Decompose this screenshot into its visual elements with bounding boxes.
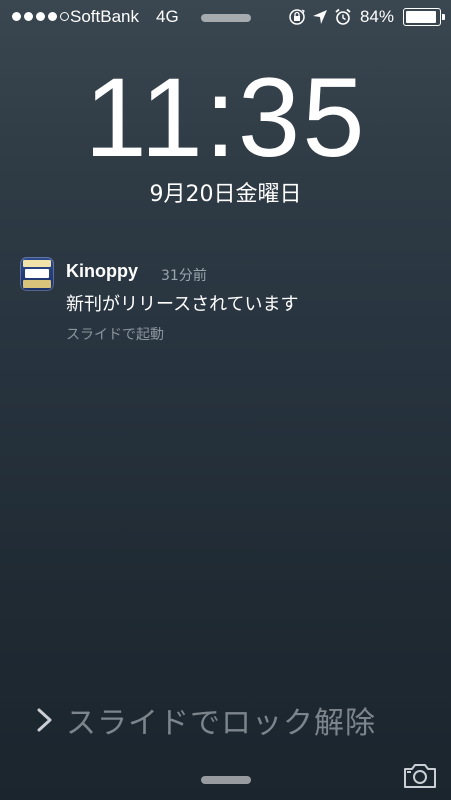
lock-screen-date: 9月20日金曜日 (149, 182, 302, 207)
control-center-grabber[interactable] (201, 776, 251, 784)
slide-to-unlock[interactable]: スライドでロック解除 (34, 700, 376, 741)
notification-item[interactable]: Kinoppy 31分前 新刊がリリースされています スライドで起動 (20, 257, 440, 352)
notification-message: 新刊がリリースされています (66, 294, 299, 315)
notification-time: 31分前 (161, 268, 207, 284)
battery-icon (403, 8, 445, 26)
unlock-label: スライドでロック解除 (66, 706, 376, 741)
network-type: 4G (156, 7, 179, 26)
signal-strength-icon (12, 12, 69, 21)
status-bar: SoftBank 4G 84% (0, 0, 451, 36)
notification-action-hint: スライドで起動 (66, 327, 164, 343)
chevron-right-icon (37, 708, 52, 732)
notification-center-grabber[interactable] (201, 14, 251, 22)
notification-app-name: Kinoppy (66, 261, 138, 281)
location-arrow-icon (312, 10, 327, 24)
camera-icon[interactable] (402, 762, 438, 790)
rotation-lock-icon (289, 9, 305, 25)
lock-screen-time: 11:35 (84, 55, 367, 180)
battery-percentage: 84% (359, 7, 394, 26)
alarm-clock-icon (335, 8, 351, 25)
kinoppy-app-icon (20, 257, 54, 291)
status-icons: 84% (288, 6, 445, 28)
carrier-name: SoftBank (70, 7, 139, 26)
